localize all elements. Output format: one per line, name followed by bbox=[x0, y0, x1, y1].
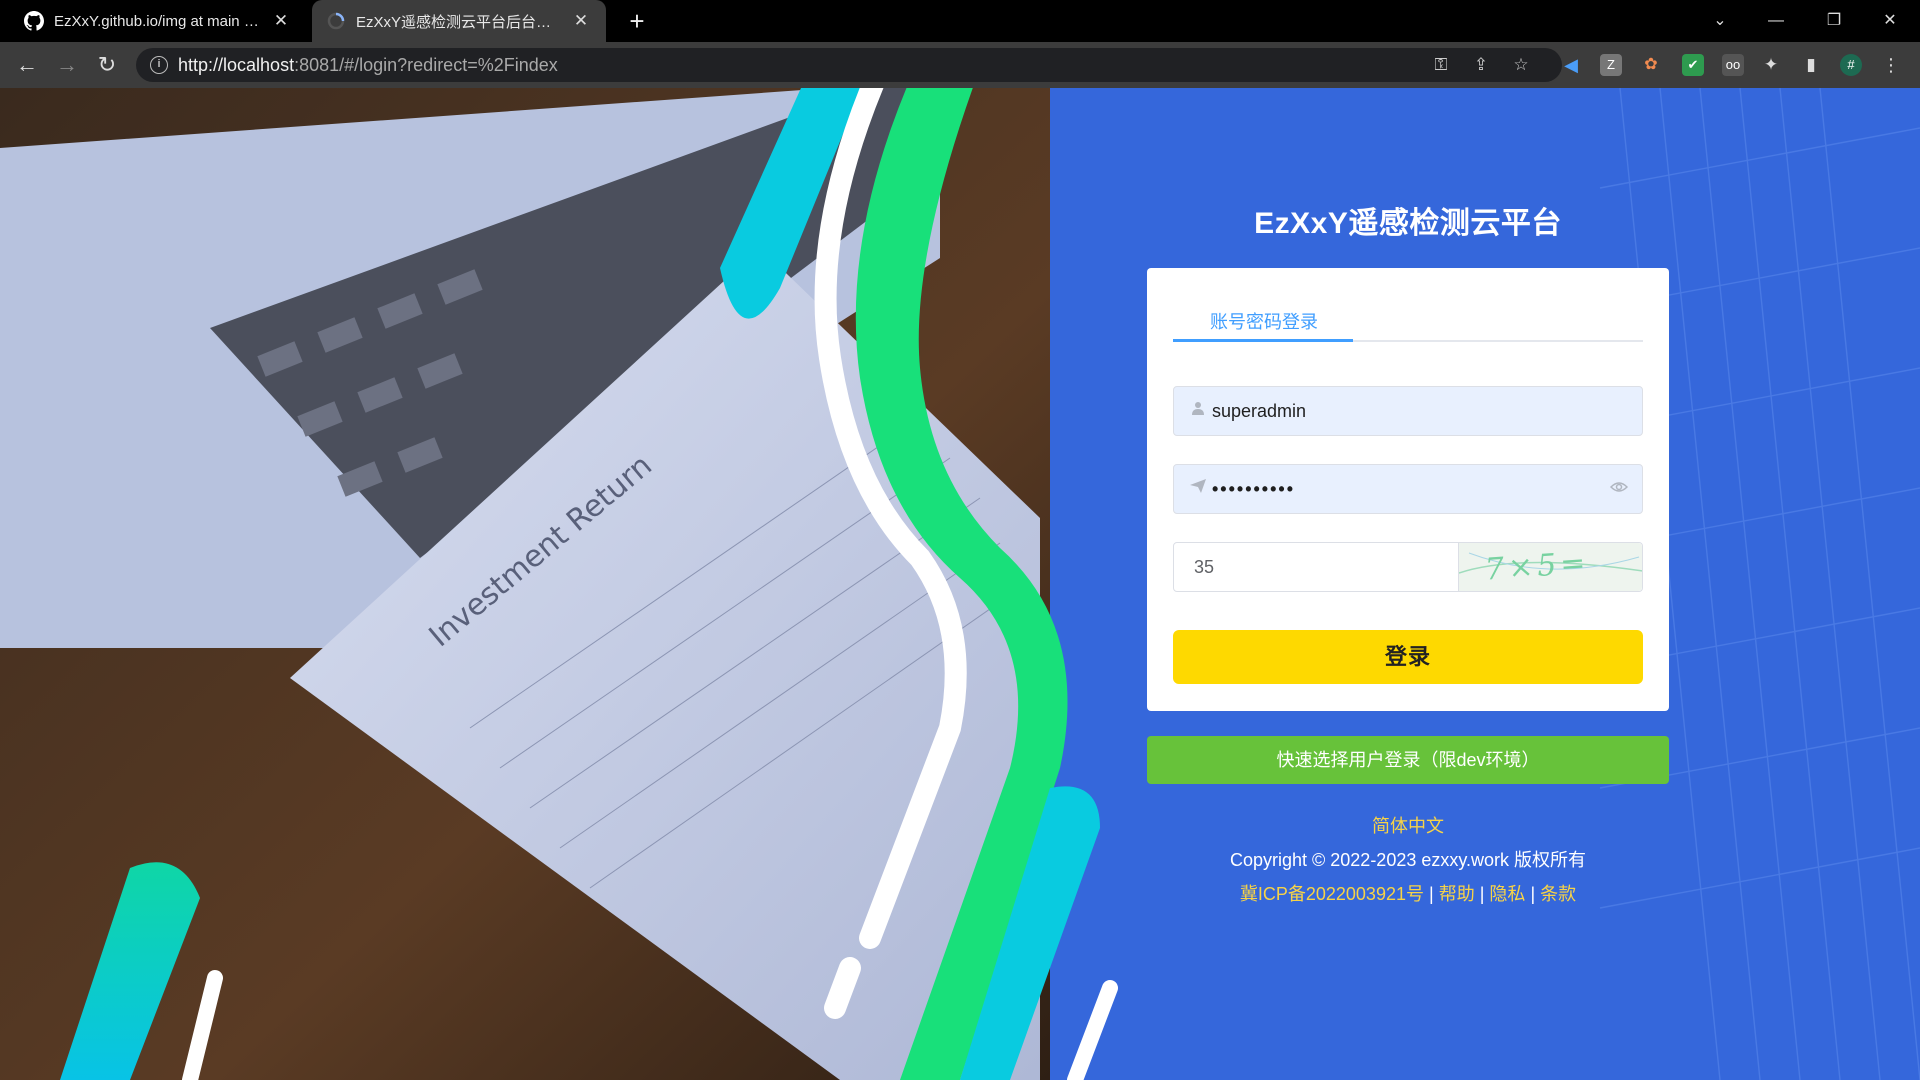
icp-link[interactable]: 冀ICP备2022003921号 bbox=[1240, 884, 1424, 904]
star-icon[interactable]: ☆ bbox=[1510, 54, 1532, 76]
reload-icon[interactable]: ↻ bbox=[92, 50, 122, 80]
share-icon[interactable]: ⇪ bbox=[1470, 54, 1492, 76]
side-panel-icon[interactable]: ▮ bbox=[1800, 54, 1822, 76]
profile-avatar[interactable]: # bbox=[1840, 54, 1862, 76]
username-field[interactable]: superadmin bbox=[1173, 386, 1643, 436]
separator: | bbox=[1479, 884, 1485, 904]
address-bar[interactable]: i http://localhost:8081/#/login?redirect… bbox=[136, 48, 1562, 82]
browser-toolbar: ← → ↻ i http://localhost:8081/#/login?re… bbox=[0, 42, 1920, 88]
tab-title: EzXxY.github.io/img at main · EzXxY/EzXx… bbox=[54, 12, 262, 30]
close-window-button[interactable]: ✕ bbox=[1862, 0, 1918, 42]
separator: | bbox=[1530, 884, 1536, 904]
chevron-down-icon[interactable]: ⌄ bbox=[1692, 0, 1748, 42]
quick-login-button[interactable]: 快速选择用户登录（限dev环境） bbox=[1147, 736, 1669, 784]
terms-link[interactable]: 条款 bbox=[1540, 884, 1576, 904]
tab-title: EzXxY遥感检测云平台后台管理系统 bbox=[356, 13, 562, 31]
extension-glasses-icon[interactable]: oo bbox=[1722, 54, 1744, 76]
copyright-text: Copyright © 2022-2023 ezxxy.work 版权所有 bbox=[1229, 850, 1587, 870]
browser-tab-active[interactable]: EzXxY遥感检测云平台后台管理系统 ✕ bbox=[312, 0, 606, 42]
close-icon[interactable]: ✕ bbox=[570, 10, 592, 32]
forward-icon[interactable]: → bbox=[52, 50, 82, 80]
page-title: EzXxY遥感检测云平台 bbox=[1254, 207, 1562, 240]
help-link[interactable]: 帮助 bbox=[1439, 884, 1475, 904]
loading-icon bbox=[327, 12, 345, 30]
footer-links: 冀ICP备2022003921号 | 帮助 | 隐私 | 条款 bbox=[1147, 880, 1669, 906]
privacy-link[interactable]: 隐私 bbox=[1489, 884, 1525, 904]
info-icon[interactable]: i bbox=[150, 56, 168, 74]
user-icon bbox=[1188, 401, 1208, 421]
login-page: Investment Return EzXxY遥感检测云平台 账号密码登录 su… bbox=[0, 88, 1920, 1080]
minimize-button[interactable]: — bbox=[1748, 0, 1804, 42]
username-value: superadmin bbox=[1212, 401, 1307, 421]
key-icon[interactable]: ⚿ bbox=[1430, 54, 1452, 76]
login-card: 账号密码登录 superadmin •••••••••• 35 7×5= 登录 bbox=[1147, 268, 1669, 711]
eye-icon[interactable] bbox=[1608, 479, 1630, 499]
captcha-image[interactable]: 7×5= bbox=[1458, 543, 1642, 591]
extension-z-icon[interactable]: Z bbox=[1600, 54, 1622, 76]
separator: | bbox=[1429, 884, 1434, 904]
extensions-icon[interactable]: ✦ bbox=[1760, 54, 1782, 76]
tab-account-password[interactable]: 账号密码登录 bbox=[1210, 308, 1318, 334]
captcha-input-value: 35 bbox=[1194, 557, 1215, 577]
restore-button[interactable]: ❐ bbox=[1806, 0, 1862, 42]
language-switch[interactable]: 简体中文 bbox=[1147, 812, 1669, 838]
browser-tab-bar: EzXxY.github.io/img at main · EzXxY/EzXx… bbox=[0, 0, 1920, 42]
back-icon[interactable]: ← bbox=[12, 50, 42, 80]
extension-color-icon[interactable]: ✿ bbox=[1640, 54, 1662, 76]
password-field[interactable]: •••••••••• bbox=[1173, 464, 1643, 514]
tab-active-indicator bbox=[1173, 339, 1353, 342]
new-tab-button[interactable]: + bbox=[622, 6, 652, 36]
menu-icon[interactable]: ⋮ bbox=[1880, 54, 1902, 76]
captcha-field[interactable]: 35 7×5= bbox=[1173, 542, 1643, 592]
login-button[interactable]: 登录 bbox=[1173, 630, 1643, 684]
browser-tab-github[interactable]: EzXxY.github.io/img at main · EzXxY/EzXx… bbox=[10, 0, 306, 42]
password-value: •••••••••• bbox=[1212, 479, 1296, 499]
github-icon bbox=[24, 11, 44, 31]
close-icon[interactable]: ✕ bbox=[270, 10, 292, 32]
extension-vscode-icon[interactable]: ◀ bbox=[1560, 54, 1582, 76]
captcha-text: 7×5= bbox=[1483, 545, 1591, 588]
lock-icon bbox=[1188, 479, 1208, 499]
extension-shield-icon[interactable]: ✔ bbox=[1682, 54, 1704, 76]
url-text[interactable]: http://localhost:8081/#/login?redirect=%… bbox=[178, 48, 558, 82]
